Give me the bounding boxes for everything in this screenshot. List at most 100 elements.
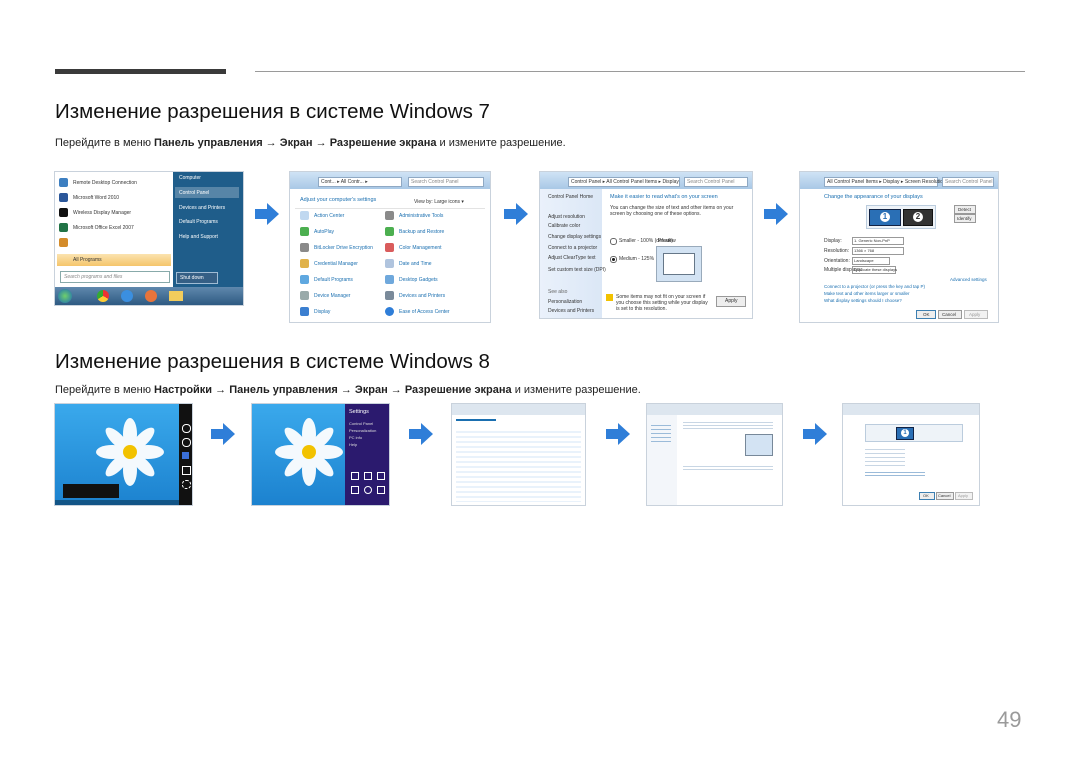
monitor-2-icon[interactable]: 2 (903, 209, 933, 226)
side-item[interactable]: Connect to a projector (548, 245, 597, 251)
start-right-item[interactable]: Help and Support (179, 234, 218, 240)
side-item[interactable]: Set custom text size (DPI) (548, 267, 606, 273)
settings-item[interactable]: Help (349, 442, 357, 447)
cp-item[interactable]: Desktop Gadgets (399, 277, 438, 283)
text-size-link[interactable]: Make text and other items larger or smal… (824, 291, 910, 296)
projector-link[interactable]: Connect to a projector (or press the key… (824, 284, 925, 289)
divider (295, 208, 485, 209)
option2-radio[interactable] (610, 256, 617, 263)
daisy-wallpaper-icon (96, 418, 164, 486)
settings-charm-icon[interactable] (182, 480, 191, 489)
start-right-item[interactable]: Computer (179, 175, 201, 181)
settings-item-control-panel[interactable]: Control Panel (349, 421, 373, 426)
cp-item-display[interactable]: Display (314, 309, 330, 315)
side-links[interactable] (651, 422, 671, 442)
cp-item[interactable]: Default Programs (314, 277, 353, 283)
search-charm-icon[interactable] (182, 424, 191, 433)
brightness-icon[interactable] (377, 472, 385, 480)
folder-icon[interactable] (169, 291, 183, 301)
search-input[interactable]: Search Control Panel (942, 177, 994, 187)
cancel-label: Cancel (942, 312, 957, 317)
ie-icon[interactable] (121, 290, 133, 302)
address-bar[interactable]: Control Panel ▸ All Control Panel Items … (568, 177, 680, 187)
side-item-adjust-resolution[interactable]: Adjust resolution (548, 214, 585, 220)
multiple-displays-select[interactable]: Duplicate these displays (852, 266, 897, 274)
program-item[interactable]: Microsoft Office Excel 2007 (73, 225, 134, 231)
notifications-icon[interactable] (351, 486, 359, 494)
start-right-item[interactable]: Default Programs (179, 219, 218, 225)
keyboard-icon[interactable] (377, 486, 385, 494)
cp-item[interactable]: Credential Manager (314, 261, 358, 267)
cp-item[interactable]: Backup and Restore (399, 229, 444, 235)
resolution-label: Resolution: (824, 248, 850, 254)
ok-label: OK (923, 312, 930, 317)
side-title[interactable]: Control Panel Home (548, 194, 593, 200)
program-item[interactable]: Wireless Display Manager (73, 210, 131, 216)
start-charm-icon[interactable] (182, 452, 189, 459)
ok-button[interactable]: OK (916, 310, 936, 319)
power-icon[interactable] (364, 486, 372, 494)
side-item[interactable]: Adjust ClearType text (548, 255, 596, 261)
settings-item[interactable]: PC info (349, 435, 362, 440)
help-links[interactable] (865, 470, 925, 478)
side-item[interactable]: Calibrate color (548, 223, 580, 229)
apply-button[interactable]: Apply (716, 296, 746, 307)
search-input[interactable]: Search Control Panel (684, 177, 748, 187)
cp-item[interactable]: Action Center (314, 213, 344, 219)
network-icon[interactable] (351, 472, 359, 480)
cp-item[interactable]: Ease of Access Center (399, 309, 450, 315)
display-manager-icon (59, 208, 68, 217)
monitor-1-icon[interactable]: 1 (896, 427, 914, 440)
cancel-button[interactable]: Cancel (938, 310, 962, 319)
see-also-item[interactable]: Devices and Printers (548, 308, 594, 314)
shutdown-button[interactable]: Shut down (176, 272, 218, 284)
apply-button[interactable]: Apply (964, 310, 988, 319)
view-by-select[interactable]: View by: Large icons ▾ (414, 199, 464, 205)
cp-item[interactable]: Device Manager (314, 293, 350, 299)
search-input[interactable]: Search Control Panel (408, 177, 484, 187)
program-item[interactable]: Paint (73, 240, 84, 246)
detect-button[interactable]: Detect (954, 205, 976, 214)
cp-item[interactable]: AutoPlay (314, 229, 334, 235)
cp-item[interactable]: BitLocker Drive Encryption (314, 245, 373, 251)
settings-item[interactable]: Personalization (349, 428, 376, 433)
start-search-input[interactable]: Search programs and files (60, 271, 170, 283)
program-item[interactable]: Microsoft Word 2010 (73, 195, 119, 201)
monitor-1-icon[interactable]: 1 (869, 209, 901, 226)
see-also-item[interactable]: Personalization (548, 299, 582, 305)
cp-item[interactable]: Date and Time (399, 261, 432, 267)
cp-item[interactable]: Color Management (399, 245, 442, 251)
address-bar[interactable]: Cont... ▸ All Contr... ▸ (318, 177, 402, 187)
program-item[interactable]: Remote Desktop Connection (73, 180, 137, 186)
help-link[interactable]: What display settings should I choose? (824, 298, 902, 303)
cancel-button[interactable]: Cancel (936, 492, 954, 500)
media-player-icon[interactable] (145, 290, 157, 302)
side-item[interactable]: Change display settings (548, 234, 601, 240)
orientation-select[interactable]: Landscape (852, 257, 890, 265)
display-select[interactable]: 1. Generic Non-PnP (852, 237, 904, 245)
share-charm-icon[interactable] (182, 438, 191, 447)
display-settings-fields[interactable] (865, 446, 905, 466)
step-display: Экран (279, 137, 313, 149)
start-right-item[interactable]: Devices and Printers (179, 205, 225, 211)
text-size-options[interactable] (683, 464, 773, 472)
start-orb-icon[interactable] (58, 289, 72, 303)
identify-button[interactable]: Identify (954, 214, 976, 223)
resolution-select[interactable]: 1366 × 768 (852, 247, 904, 255)
settings-pane: Settings Control Panel Personalization P… (345, 404, 389, 505)
daisy-wallpaper-icon (275, 418, 343, 486)
option1-radio[interactable] (610, 238, 617, 245)
instruction-suffix: и измените разрешение. (436, 137, 566, 149)
start-right-item[interactable]: Control Panel (179, 190, 209, 196)
devices-charm-icon[interactable] (182, 466, 191, 475)
address-bar[interactable]: All Control Panel Items ▸ Display ▸ Scre… (824, 177, 946, 187)
cp-item[interactable]: Administrative Tools (399, 213, 443, 219)
advanced-settings-link[interactable]: Advanced settings (950, 277, 987, 282)
cp-item[interactable]: Devices and Printers (399, 293, 445, 299)
apply-button[interactable]: Apply (955, 492, 973, 500)
volume-icon[interactable] (364, 472, 372, 480)
cp-item-grid[interactable] (456, 428, 581, 502)
chrome-icon[interactable] (97, 290, 109, 302)
all-programs-row[interactable]: All Programs (57, 254, 171, 266)
ok-button[interactable]: OK (919, 492, 935, 500)
